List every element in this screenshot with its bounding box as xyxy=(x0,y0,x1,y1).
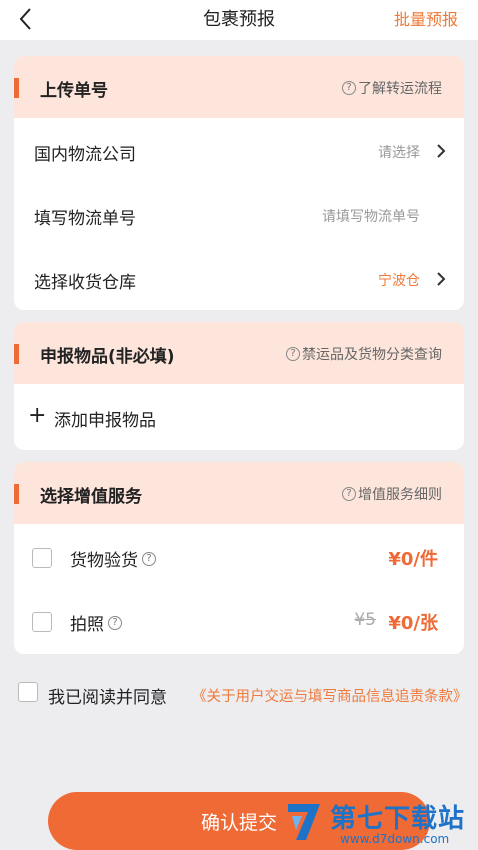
transfer-process-help-label: 了解转运流程 xyxy=(358,81,442,97)
section-marker xyxy=(14,78,19,98)
section-marker xyxy=(14,484,19,504)
batch-forecast-link[interactable]: 批量预报 xyxy=(394,6,458,30)
services-header: 选择增值服务 ? 增值服务细则 xyxy=(14,462,464,524)
inspection-checkbox[interactable] xyxy=(32,548,52,568)
question-icon: ? xyxy=(342,81,356,95)
agreement-checkbox[interactable] xyxy=(18,682,38,702)
service-rules-help-label: 增值服务细则 xyxy=(358,487,442,503)
service-inspection-row: 货物验货 ? ¥0/件 xyxy=(14,524,464,588)
declare-card: 申报物品(非必填) ? 禁运品及货物分类查询 + 添加申报物品 xyxy=(14,322,464,450)
tracking-number-row[interactable]: 填写物流单号 请填写物流单号 xyxy=(14,182,464,246)
warehouse-value: 宁波仓 xyxy=(378,273,420,289)
agreement-terms-link[interactable]: 《关于用户交运与填写商品信息追责条款》 xyxy=(192,685,468,706)
nav-bar: 包裹预报 批量预报 xyxy=(0,0,478,40)
upload-header: 上传单号 ? 了解转运流程 xyxy=(14,56,464,118)
service-photo-row: 拍照 ? ¥5 ¥0/张 xyxy=(14,588,464,652)
logistics-company-value: 请选择 xyxy=(378,145,420,161)
watermark-name: 第七下载站 xyxy=(330,804,466,834)
services-title: 选择增值服务 xyxy=(40,487,142,507)
tracking-number-input[interactable]: 请填写物流单号 xyxy=(322,206,420,226)
photo-label: 拍照 xyxy=(70,615,104,635)
chevron-right-icon xyxy=(437,144,446,158)
inspection-price: ¥0/件 xyxy=(388,549,438,570)
inspection-label-wrap: 货物验货 ? xyxy=(70,546,156,571)
upload-card: 上传单号 ? 了解转运流程 国内物流公司 请选择 填写物流单号 请填写物流单号 … xyxy=(14,56,464,310)
watermark-url: www.d7down.com xyxy=(340,832,450,846)
services-card: 选择增值服务 ? 增值服务细则 货物验货 ? ¥0/件 拍照 ? ¥5 ¥0/张 xyxy=(14,462,464,654)
declare-header: 申报物品(非必填) ? 禁运品及货物分类查询 xyxy=(14,322,464,384)
photo-label-wrap: 拍照 ? xyxy=(70,610,122,635)
prohibited-goods-help-label: 禁运品及货物分类查询 xyxy=(302,347,442,363)
photo-old-price: ¥5 xyxy=(354,610,376,630)
transfer-process-help[interactable]: ? 了解转运流程 xyxy=(342,78,442,98)
agreement-text: 我已阅读并同意 xyxy=(48,688,167,708)
photo-price: ¥0/张 xyxy=(388,613,438,634)
photo-checkbox[interactable] xyxy=(32,612,52,632)
upload-title: 上传单号 xyxy=(40,81,108,101)
tracking-number-label: 填写物流单号 xyxy=(34,209,136,229)
plus-icon: + xyxy=(28,403,47,428)
logistics-company-row[interactable]: 国内物流公司 请选择 xyxy=(14,118,464,182)
service-rules-help[interactable]: ? 增值服务细则 xyxy=(342,484,442,504)
question-icon: ? xyxy=(286,347,300,361)
agreement-row: 我已阅读并同意 《关于用户交运与填写商品信息追责条款》 xyxy=(16,680,476,710)
add-declare-item-button[interactable]: + 添加申报物品 xyxy=(14,384,464,448)
section-marker xyxy=(14,344,19,364)
chevron-right-icon xyxy=(437,272,446,286)
warehouse-label: 选择收货仓库 xyxy=(34,273,136,293)
warehouse-row[interactable]: 选择收货仓库 宁波仓 xyxy=(14,246,464,310)
prohibited-goods-help[interactable]: ? 禁运品及货物分类查询 xyxy=(286,344,442,364)
add-declare-item-label: 添加申报物品 xyxy=(54,411,156,431)
declare-title: 申报物品(非必填) xyxy=(40,347,175,367)
watermark-logo-icon xyxy=(288,804,320,840)
question-icon[interactable]: ? xyxy=(108,615,122,630)
logistics-company-label: 国内物流公司 xyxy=(34,145,136,165)
question-icon: ? xyxy=(342,487,356,501)
watermark: 第七下载站 www.d7down.com xyxy=(284,796,478,850)
question-icon[interactable]: ? xyxy=(142,551,156,566)
inspection-label: 货物验货 xyxy=(70,551,138,571)
